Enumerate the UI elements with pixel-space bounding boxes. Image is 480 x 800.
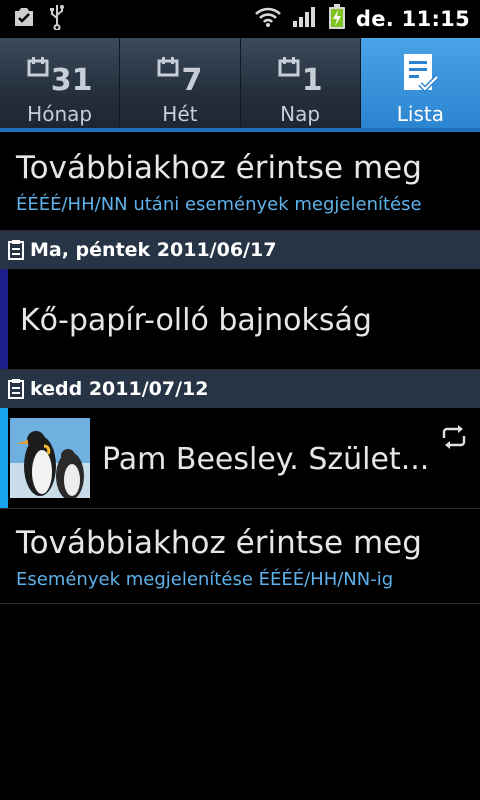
calendar-week-icon: 7 [157, 44, 202, 96]
contact-photo [10, 418, 90, 498]
tab-list[interactable]: Lista [360, 38, 480, 132]
load-earlier-subtitle: ÉÉÉÉ/HH/NN utáni események megjelenítése [16, 194, 422, 215]
calendar-day-icon: 1 [278, 44, 323, 96]
calendar-color-bar [0, 269, 8, 369]
date-header: kedd 2011/07/12 [0, 370, 480, 408]
memo-icon [8, 379, 24, 399]
tab-day-label: Nap [280, 102, 321, 126]
date-header: Ma, péntek 2011/06/17 [0, 231, 480, 269]
tab-day-number: 1 [301, 63, 323, 98]
tab-day[interactable]: 1 Nap [241, 38, 361, 132]
tab-list-label: Lista [396, 102, 444, 126]
usb-icon [48, 4, 66, 34]
load-later-title: Továbbiakhoz érintse meg [16, 525, 422, 561]
tab-week[interactable]: 7 Hét [120, 38, 241, 132]
tab-month-number: 31 [50, 63, 93, 98]
clock: de. 11:15 [355, 7, 470, 31]
event-item[interactable]: Kő-papír-olló bajnokság [0, 269, 480, 370]
wifi-icon [254, 6, 282, 32]
tab-week-number: 7 [181, 63, 203, 98]
battery-charging-icon [328, 4, 346, 34]
load-later-subtitle: Események megjelenítése ÉÉÉÉ/HH/NN-ig [16, 569, 394, 590]
load-earlier-title: Továbbiakhoz érintse meg [16, 150, 422, 186]
tab-week-label: Hét [162, 102, 198, 126]
date-header-text: Ma, péntek 2011/06/17 [30, 239, 277, 261]
load-earlier-row[interactable]: Továbbiakhoz érintse meg ÉÉÉÉ/HH/NN után… [0, 132, 480, 231]
calendar-color-bar [0, 408, 8, 508]
event-title: Kő-papír-olló bajnokság [20, 303, 372, 338]
checkbox-notification-icon [12, 5, 36, 33]
event-title: Pam Beesley. Szület... [102, 442, 430, 477]
signal-icon [292, 6, 318, 32]
status-bar: de. 11:15 [0, 0, 480, 38]
repeat-icon [440, 424, 468, 454]
memo-icon [8, 240, 24, 260]
tab-month-label: Hónap [27, 102, 93, 126]
view-tab-bar: 31 Hónap 7 Hét 1 Nap Lista [0, 38, 480, 132]
event-item[interactable]: Pam Beesley. Szület... [0, 408, 480, 509]
tab-month[interactable]: 31 Hónap [0, 38, 121, 132]
load-later-row[interactable]: Továbbiakhoz érintse meg Események megje… [0, 509, 480, 604]
list-check-icon [400, 44, 440, 96]
date-header-text: kedd 2011/07/12 [30, 378, 209, 400]
calendar-month-icon: 31 [27, 44, 93, 96]
